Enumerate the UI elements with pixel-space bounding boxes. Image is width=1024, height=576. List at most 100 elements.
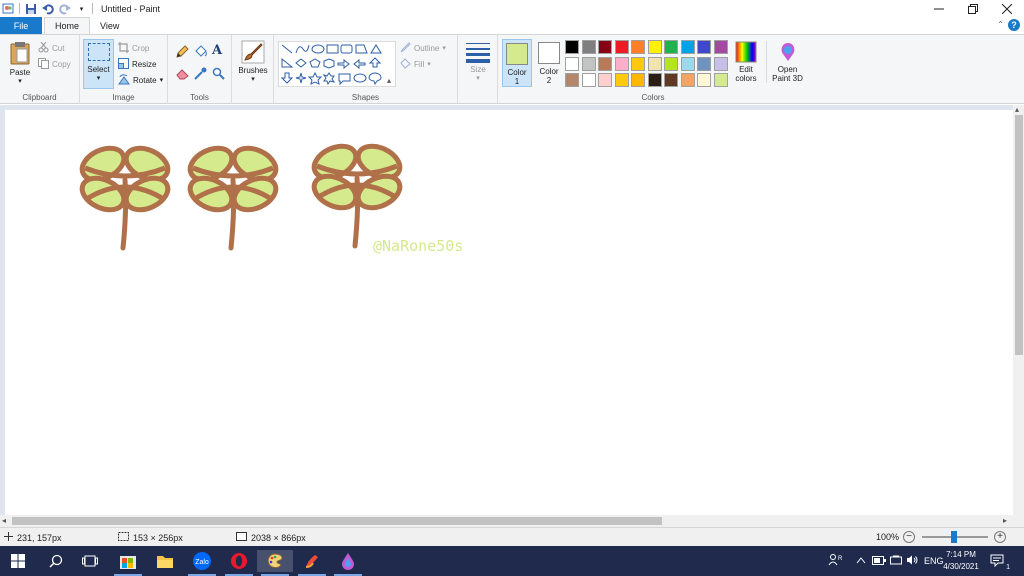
windows-start-button[interactable] [0,550,36,572]
fill-button[interactable]: Fill ▾ [400,57,431,71]
color1-button[interactable]: Color 1 [502,39,532,87]
taskbar-app-red[interactable] [294,550,330,576]
pencil-icon[interactable] [176,45,189,60]
palette-swatch[interactable] [664,40,678,54]
palette-swatch[interactable] [598,56,612,71]
palette-swatch[interactable] [697,73,711,87]
vertical-scrollbar[interactable]: ▴ [1013,105,1024,515]
redo-icon[interactable] [58,2,71,15]
people-icon[interactable]: R [828,554,843,568]
show-hidden-icons[interactable] [856,556,866,566]
palette-swatch[interactable] [565,40,579,54]
shapes-scroll-up-icon[interactable]: ▴ [387,76,391,85]
palette-swatch[interactable] [680,56,695,71]
copy-button[interactable]: Copy [38,57,71,71]
magnifier-icon[interactable] [212,67,225,82]
drawing-canvas[interactable]: @NaRone50s [5,110,1013,515]
scroll-right-icon[interactable]: ▸ [1003,516,1007,525]
zoom-slider-thumb[interactable] [951,531,957,543]
task-view-button[interactable] [72,550,108,572]
taskbar-zalo[interactable]: Zalo [184,550,220,576]
palette-swatch[interactable] [614,40,629,54]
palette-swatch[interactable] [631,73,645,87]
resize-button[interactable]: Resize [118,57,156,71]
edit-colors-button[interactable]: Edit colors [730,41,762,83]
selection-size-icon [118,532,129,543]
select-dropdown-icon: ▾ [96,75,101,82]
palette-swatch[interactable] [565,56,579,71]
rotate-button[interactable]: Rotate ▾ [118,73,163,87]
collapse-ribbon-icon[interactable]: ⌃ [997,20,1004,29]
close-button[interactable] [990,0,1024,17]
palette-swatch[interactable] [697,56,711,71]
zoom-out-button[interactable]: − [903,531,915,543]
taskbar-app-drop[interactable] [330,550,366,576]
palette-swatch[interactable] [614,73,629,87]
color-picker-icon[interactable] [194,67,207,82]
help-icon[interactable]: ? [1008,19,1020,31]
taskbar-clock[interactable]: 7:14 PM 4/30/2021 [934,549,988,573]
paste-button[interactable]: Paste ▾ [6,40,34,86]
palette-swatch[interactable] [614,56,629,71]
battery-icon[interactable] [872,555,886,567]
save-icon[interactable] [24,2,37,15]
palette-swatch[interactable] [713,40,728,54]
tools-group-label: Tools [190,93,209,102]
volume-icon[interactable] [906,555,918,567]
palette-swatch[interactable] [697,40,711,54]
tab-file[interactable]: File [0,17,42,34]
palette-swatch[interactable] [598,73,612,87]
palette-swatch[interactable] [581,73,596,87]
open-paint3d-button[interactable]: Open Paint 3D [766,41,808,83]
brushes-dropdown-icon: ▾ [251,76,255,83]
customize-toolbar-icon[interactable]: ▾ [75,2,88,15]
size-button[interactable]: Size ▾ [463,41,493,83]
minimize-button[interactable] [922,0,956,17]
palette-swatch[interactable] [713,56,728,71]
eraser-icon[interactable] [176,67,189,82]
tab-home[interactable]: Home [44,17,91,34]
palette-swatch[interactable] [565,73,579,87]
search-button[interactable] [38,550,74,572]
zoom-in-button[interactable]: + [994,531,1006,543]
fill-bucket-icon[interactable] [194,45,207,60]
palette-swatch[interactable] [581,40,596,54]
palette-swatch[interactable] [680,40,695,54]
shapes-group-label: Shapes [351,93,380,102]
palette-swatch[interactable] [598,40,612,54]
tab-view[interactable]: View [90,17,129,34]
window-title: Untitled - Paint [101,3,161,14]
palette-swatch[interactable] [647,73,662,87]
horizontal-scrollbar[interactable]: ◂ ▸ [0,515,1024,527]
palette-swatch[interactable] [664,73,678,87]
brushes-button[interactable]: Brushes ▾ [236,40,270,84]
palette-swatch[interactable] [664,56,678,71]
vertical-scroll-thumb[interactable] [1015,115,1023,355]
horizontal-scroll-thumb[interactable] [12,517,662,525]
palette-swatch[interactable] [647,56,662,71]
outline-button[interactable]: Outline ▾ [400,41,446,55]
undo-icon[interactable] [41,2,54,15]
text-tool-icon[interactable]: A [212,43,222,58]
taskbar-paint[interactable] [257,550,293,576]
taskbar-file-explorer[interactable] [147,550,183,572]
crop-button[interactable]: Crop [118,41,149,55]
outline-icon [400,41,411,55]
scroll-up-icon[interactable]: ▴ [1015,105,1019,114]
scroll-left-icon[interactable]: ◂ [2,516,6,525]
colors-group-label: Colors [641,93,665,102]
network-icon[interactable] [890,555,902,567]
palette-swatch[interactable] [713,73,728,87]
select-button[interactable]: Select ▾ [83,39,114,89]
taskbar-app-store[interactable] [110,550,146,576]
palette-swatch[interactable] [647,40,662,54]
notification-center[interactable]: 1 [990,546,1010,576]
taskbar-opera[interactable] [221,550,257,576]
palette-swatch[interactable] [581,56,596,71]
restore-button[interactable] [956,0,990,17]
color2-button[interactable]: Color 2 [534,39,564,87]
palette-swatch[interactable] [680,73,695,87]
palette-swatch[interactable] [631,40,645,54]
cut-button[interactable]: Cut [38,41,64,55]
palette-swatch[interactable] [631,56,645,71]
